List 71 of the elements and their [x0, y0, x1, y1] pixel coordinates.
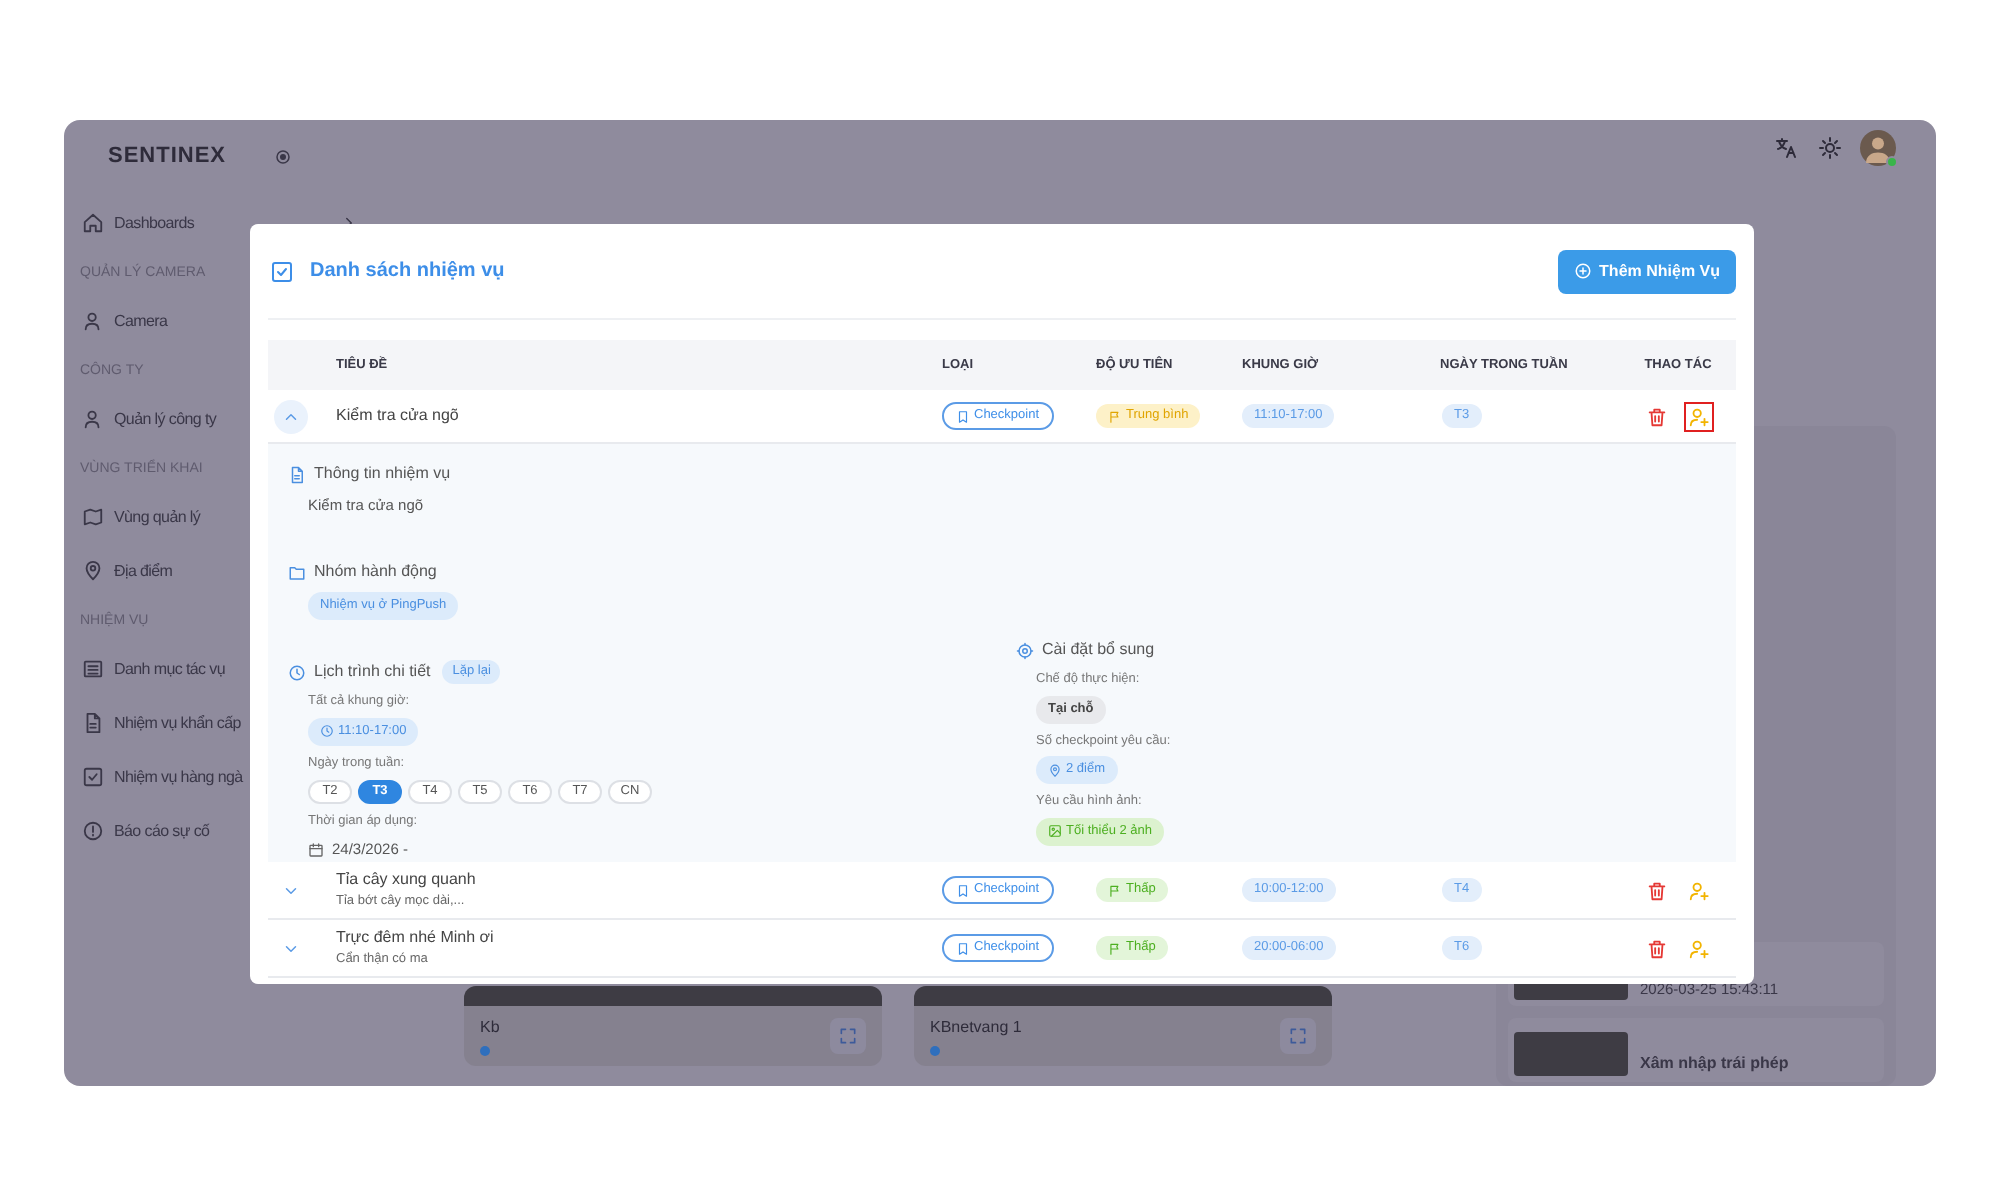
- user-plus-icon: [1688, 879, 1710, 901]
- sidebar-item[interactable]: Nhiệm vụ hàng ngà: [80, 750, 243, 804]
- bookmark-icon: [956, 941, 970, 955]
- sidebar-item[interactable]: Vùng quản lý: [80, 490, 201, 544]
- location-pin-icon: [82, 560, 104, 582]
- bookmark-icon: [956, 409, 970, 423]
- bookmark-icon: [956, 883, 970, 897]
- expand-button[interactable]: [1280, 1018, 1316, 1054]
- expand-icon: [1288, 1026, 1308, 1046]
- camera-name: Kb: [480, 1018, 500, 1036]
- map-icon: [82, 506, 104, 528]
- theme-button[interactable]: [1816, 134, 1844, 162]
- task-title: Trực đêm nhé Minh ơi: [336, 926, 496, 951]
- event-item[interactable]: Xâm nhập trái phép: [1508, 1018, 1884, 1082]
- delete-button[interactable]: [1644, 877, 1670, 903]
- status-dot: [480, 1046, 490, 1056]
- section-heading: Cài đặt bổ sung: [1042, 638, 1155, 662]
- section-heading: Thông tin nhiệm vụ: [314, 462, 451, 486]
- trash-icon: [1646, 879, 1668, 901]
- photo-placeholder: [1514, 1032, 1628, 1076]
- sun-icon: [1818, 136, 1842, 160]
- calendar-icon: [308, 841, 324, 857]
- checkbox-icon: [82, 766, 104, 788]
- radio-icon: [274, 147, 293, 165]
- section-heading: Lịch trình chi tiết: [314, 660, 431, 684]
- status-dot: [930, 1046, 940, 1056]
- logo: SENTINEX: [108, 141, 227, 172]
- expand-icon: [838, 1026, 858, 1046]
- clock-icon: [320, 724, 334, 739]
- flag-icon: [1108, 883, 1122, 897]
- clock-icon: [288, 663, 306, 681]
- user-icon: [82, 408, 104, 430]
- translate-icon: [1774, 136, 1798, 160]
- user-plus-icon: [1688, 937, 1710, 959]
- checkbox-icon: [270, 259, 294, 283]
- trash-icon: [1646, 405, 1668, 427]
- flag-icon: [1108, 409, 1122, 423]
- sidebar-item[interactable]: Báo cáo sự cố: [80, 804, 210, 858]
- event-title: Xâm nhập trái phép: [1640, 1052, 1789, 1076]
- add-task-button[interactable]: Thêm Nhiệm Vụ: [1557, 249, 1736, 293]
- document-icon: [288, 465, 306, 483]
- dialog-title: Danh sách nhiệm vụ: [310, 258, 505, 286]
- sidebar-item[interactable]: Camera: [80, 294, 168, 348]
- alert-icon: [82, 820, 104, 842]
- sidebar-item[interactable]: Quản lý công ty: [80, 392, 217, 446]
- delete-button[interactable]: [1644, 935, 1670, 961]
- delete-button[interactable]: [1644, 403, 1670, 429]
- location-pin-icon: [1048, 763, 1062, 778]
- expand-button[interactable]: [830, 1018, 866, 1054]
- user-icon: [82, 310, 104, 332]
- section-heading: Nhóm hành động: [314, 560, 437, 585]
- sidebar-item[interactable]: Địa điểm: [80, 544, 173, 598]
- house-icon: [82, 212, 104, 234]
- camera-name: KBnetvang 1: [930, 1018, 1022, 1036]
- list-icon: [82, 658, 104, 680]
- task-title: Kiểm tra cửa ngõ: [336, 404, 461, 428]
- avatar[interactable]: [1860, 130, 1896, 166]
- sidebar-item[interactable]: Danh mục tác vụ: [80, 642, 226, 696]
- sidebar-item[interactable]: Dashboards: [80, 196, 359, 250]
- online-dot: [1886, 156, 1898, 168]
- document-icon: [82, 712, 104, 734]
- sidebar-item[interactable]: Nhiệm vụ khẩn cấp: [80, 696, 241, 750]
- assign-user-button[interactable]: [1686, 403, 1712, 429]
- flag-icon: [1108, 941, 1122, 955]
- translate-button[interactable]: [1772, 134, 1800, 162]
- folder-icon: [288, 563, 306, 582]
- image-icon: [1048, 824, 1062, 839]
- trash-icon: [1646, 937, 1668, 959]
- plus-icon: [1573, 262, 1592, 280]
- user-plus-icon: [1688, 405, 1710, 427]
- task-title: Tỉa cây xung quanh: [336, 868, 478, 893]
